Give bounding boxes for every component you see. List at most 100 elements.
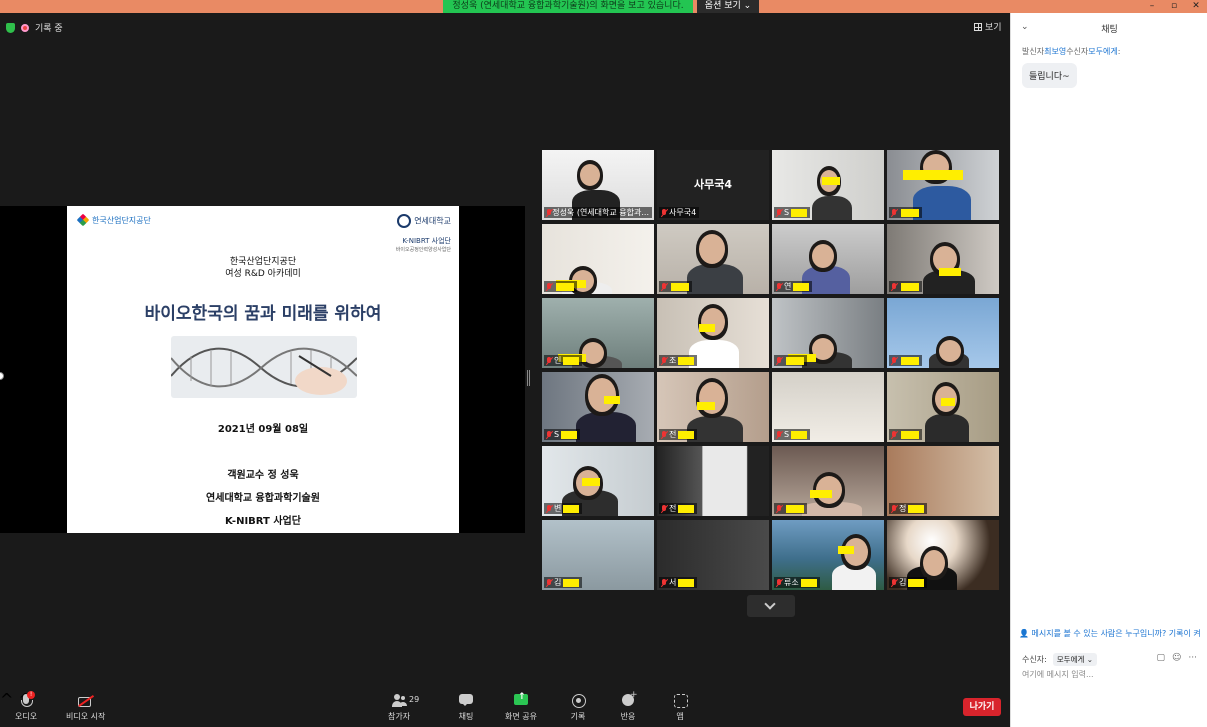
name-redaction: [786, 356, 804, 365]
recipient-select[interactable]: 모두에게 ⌄: [1052, 653, 1098, 666]
participant-body: [925, 414, 969, 442]
view-options-button[interactable]: 옵션 보기 ⌄: [697, 0, 759, 13]
slide-title: 바이오한국의 꿈과 미래를 위하여: [144, 304, 382, 324]
presentation-slide: 한국산업단지공단 연세대학교 K-NIBRT 사업단 바이오공정인력양성사업단 …: [67, 206, 459, 533]
participants-button[interactable]: 참가자: [388, 694, 410, 722]
view-button[interactable]: 보기: [974, 20, 1002, 33]
participant-tile[interactable]: 연: [772, 224, 884, 294]
participant-tile[interactable]: 전: [657, 446, 769, 516]
shield-icon[interactable]: [6, 22, 15, 33]
participant-tile[interactable]: [772, 298, 884, 368]
audio-button[interactable]: ! 오디오: [15, 691, 37, 722]
sender-name[interactable]: 최보영: [1044, 47, 1066, 56]
name-redaction: [563, 356, 580, 365]
name-redaction: [901, 356, 919, 365]
participant-tile[interactable]: [657, 224, 769, 294]
participant-name: [659, 281, 692, 292]
participant-tile[interactable]: 조: [657, 298, 769, 368]
chat-message-input[interactable]: [1022, 670, 1202, 679]
participant-name: 사무국4: [659, 207, 700, 218]
screen-share-banner: 정성욱 (연세대학교 융합과학기술원)의 화면을 보고 있습니다.: [443, 0, 693, 13]
participant-tile[interactable]: S: [542, 372, 654, 442]
leave-button[interactable]: 나가기: [963, 698, 1001, 716]
minimize-icon[interactable]: –: [1147, 0, 1157, 13]
file-icon[interactable]: ▢: [1157, 653, 1166, 663]
mic-muted-icon: [546, 282, 552, 291]
participant-tile[interactable]: 정성욱 (연세대학교 융합과...: [542, 150, 654, 220]
participant-tile[interactable]: [887, 150, 999, 220]
record-button[interactable]: 기록: [570, 694, 586, 722]
chat-icon: [458, 694, 474, 708]
meeting-toolbar: ! 오디오 ^ 비디오 시작 참가자 29 ^ 채팅 화면 공유 기록 반응: [0, 690, 1010, 727]
university-seal-icon: [397, 214, 412, 228]
share-screen-button[interactable]: 화면 공유: [505, 692, 537, 722]
participant-name-text: S: [784, 430, 790, 439]
audio-options-caret[interactable]: ^: [0, 690, 13, 709]
participant-tile[interactable]: 김: [887, 520, 999, 590]
participant-tile[interactable]: 인: [542, 298, 654, 368]
chat-title: 채팅: [1101, 25, 1118, 35]
shared-screen: 한국산업단지공단 연세대학교 K-NIBRT 사업단 바이오공정인력양성사업단 …: [0, 206, 525, 533]
emoji-icon[interactable]: ☺: [1172, 653, 1181, 663]
university-logo: 연세대학교 K-NIBRT 사업단 바이오공정인력양성사업단: [396, 214, 451, 253]
window-controls: – ▫ ✕: [1147, 0, 1201, 13]
privacy-redaction: [582, 478, 600, 486]
participant-tile[interactable]: [542, 224, 654, 294]
participant-name-text: 전: [669, 504, 677, 513]
participant-name-text: 김: [899, 578, 907, 587]
slide-organization: 한국산업단지공단 여성 R&D 아카데미: [225, 257, 301, 279]
slide-date: 2021년 09월 08일: [217, 424, 309, 435]
mic-muted-icon: [776, 578, 782, 587]
participant-tile[interactable]: 변: [542, 446, 654, 516]
restore-icon[interactable]: ▫: [1169, 0, 1179, 13]
participant-name-text: 사무국4: [669, 208, 697, 217]
participant-tile[interactable]: 전: [657, 372, 769, 442]
grid-view-icon: [974, 22, 982, 31]
record-icon: [570, 694, 586, 708]
mic-muted-icon: [776, 282, 782, 291]
participant-name: 류소: [774, 577, 820, 588]
mic-muted-icon: [661, 356, 667, 365]
chat-privacy-link[interactable]: 👤 메시지를 볼 수 있는 사람은 누구입니까? 기록이 켜: [1019, 628, 1207, 639]
participant-tile[interactable]: [772, 446, 884, 516]
participant-name-text: 변: [554, 504, 562, 513]
participant-name: S: [774, 207, 811, 218]
gallery-next-page-button[interactable]: [747, 595, 795, 617]
panel-splitter[interactable]: [527, 370, 530, 386]
apps-button[interactable]: 앱: [672, 694, 688, 722]
participant-tile[interactable]: 류소: [772, 520, 884, 590]
privacy-redaction: [822, 177, 840, 185]
participant-tile[interactable]: [887, 372, 999, 442]
participant-name: [889, 281, 922, 292]
mic-muted-icon: [891, 208, 897, 217]
chat-button[interactable]: 채팅: [458, 694, 474, 722]
participant-tile[interactable]: [887, 224, 999, 294]
org-logo-icon: [76, 213, 90, 227]
participant-tile[interactable]: S: [772, 150, 884, 220]
participants-count: 29: [409, 695, 420, 704]
mic-muted-icon: [776, 504, 782, 513]
participant-tile[interactable]: 정: [887, 446, 999, 516]
participant-face: [699, 234, 725, 264]
participant-tile[interactable]: S: [772, 372, 884, 442]
reactions-button[interactable]: 반응: [620, 690, 638, 722]
participant-name-text: 전: [669, 430, 677, 439]
reactions-icon: [620, 690, 638, 708]
name-redaction: [908, 504, 925, 513]
participant-name-text: 인: [554, 356, 562, 365]
mic-muted-icon: [661, 504, 667, 513]
close-icon[interactable]: ✕: [1191, 0, 1201, 13]
mic-muted-icon: [661, 282, 667, 291]
participant-tile[interactable]: 김: [542, 520, 654, 590]
participant-tile[interactable]: 서: [657, 520, 769, 590]
more-icon[interactable]: ···: [1188, 653, 1197, 663]
participant-name: 김: [544, 577, 583, 588]
privacy-redaction: [604, 396, 620, 404]
participant-tile[interactable]: [887, 298, 999, 368]
name-redaction: [678, 430, 695, 439]
participant-center-name: 사무국4: [693, 178, 732, 191]
start-video-button[interactable]: 비디오 시작: [66, 694, 105, 722]
participant-tile[interactable]: 사무국4 사무국4: [657, 150, 769, 220]
recipient-name[interactable]: 모두에게: [1088, 47, 1117, 56]
audio-warning-badge: !: [27, 691, 36, 699]
